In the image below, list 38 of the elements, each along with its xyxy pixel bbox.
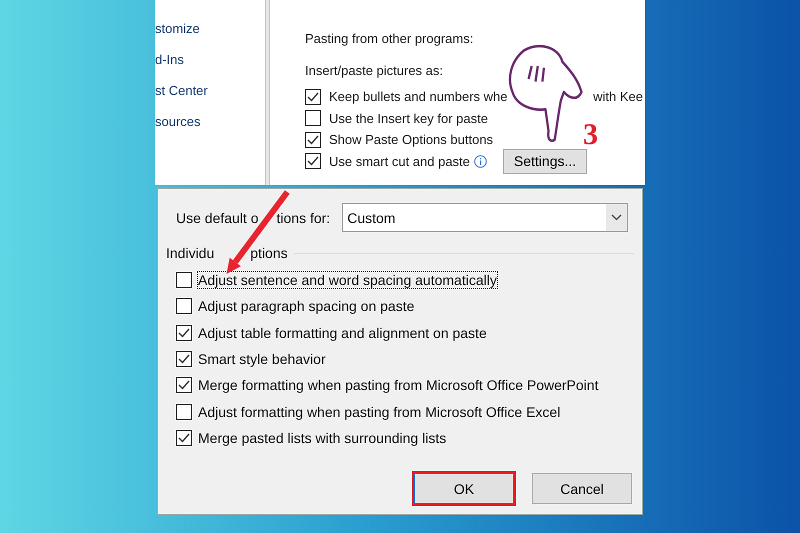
sidebar-item[interactable]: d-Ins bbox=[155, 51, 263, 69]
cancel-button[interactable]: Cancel bbox=[532, 473, 632, 504]
document-dropdown[interactable]: Custom bbox=[342, 203, 628, 232]
checkbox[interactable] bbox=[305, 153, 321, 170]
checkbox[interactable] bbox=[305, 88, 321, 105]
sidebar-item[interactable]: stomize bbox=[155, 20, 263, 38]
chevron-down-icon bbox=[606, 204, 628, 231]
checkbox-label: Keep bullets and numbers whe bbox=[329, 89, 508, 104]
checkbox[interactable] bbox=[176, 324, 192, 341]
checkbox[interactable] bbox=[176, 272, 192, 288]
checkbox-label: Use the Insert key for paste bbox=[329, 110, 488, 126]
field-label: Use default o bbox=[176, 210, 258, 226]
checkbox-label: Use smart cut and paste bbox=[329, 154, 470, 169]
checkbox[interactable] bbox=[176, 298, 192, 314]
field-label: Insert/paste pictures as: bbox=[305, 62, 444, 80]
checkbox-label: Adjust table formatting and alignment on paste bbox=[198, 324, 487, 341]
group-title: Individu bbox=[166, 245, 214, 261]
checkbox-label: with Kee bbox=[593, 89, 643, 104]
section-heading: Pasting from other programs: bbox=[305, 30, 474, 48]
sidebar-item[interactable]: sources bbox=[155, 113, 263, 131]
checkbox-label: Merge pasted lists with surrounding lists bbox=[198, 430, 446, 446]
checkbox[interactable] bbox=[176, 351, 192, 368]
ok-button[interactable]: OK bbox=[414, 473, 514, 504]
checkbox-label: Adjust sentence and word spacing automatically bbox=[198, 272, 497, 288]
checkbox[interactable] bbox=[176, 404, 192, 420]
checkbox-label: Smart style behavior bbox=[198, 351, 326, 368]
settings-button[interactable]: Settings... bbox=[502, 148, 588, 174]
checkbox-label: Show Paste Options buttons bbox=[329, 132, 494, 148]
checkbox[interactable] bbox=[176, 430, 192, 446]
checkbox[interactable] bbox=[176, 377, 192, 394]
checkbox[interactable] bbox=[305, 132, 321, 148]
checkbox-label: Adjust paragraph spacing on paste bbox=[198, 298, 414, 314]
group-title: ptions bbox=[250, 245, 288, 261]
sidebar-item[interactable]: st Center bbox=[155, 82, 263, 100]
checkbox-label: Adjust formatting when pasting from Microsoft Office Excel bbox=[198, 404, 560, 420]
field-label: tions for: bbox=[276, 210, 330, 226]
checkbox[interactable] bbox=[305, 110, 321, 126]
checkbox-label: Merge formatting when pasting from Microsoft Office PowerPoint bbox=[198, 377, 598, 394]
